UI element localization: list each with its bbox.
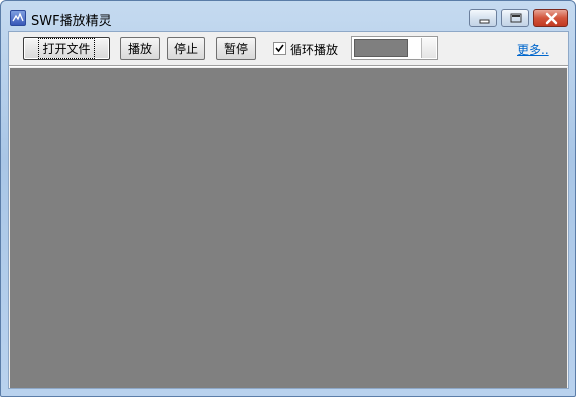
minimize-icon: [479, 19, 490, 24]
swf-player-area[interactable]: [10, 68, 567, 388]
minimize-button[interactable]: [469, 9, 497, 27]
slider-thumb[interactable]: [421, 38, 436, 58]
pause-button[interactable]: 暂停: [216, 37, 256, 60]
pause-label: 暂停: [223, 42, 248, 56]
open-file-button[interactable]: 打开文件: [23, 37, 110, 60]
client-area: 打开文件 播放 停止 暂停 循环播放 更多..: [8, 31, 569, 389]
window-title: SWF播放精灵: [31, 14, 112, 29]
close-button[interactable]: [533, 9, 568, 27]
loop-label[interactable]: 循环播放: [290, 41, 338, 58]
open-file-label: 打开文件: [38, 38, 95, 59]
maximize-button[interactable]: [501, 9, 529, 27]
progress-fill: [354, 39, 408, 57]
maximize-icon: [510, 13, 522, 23]
title-bar[interactable]: SWF播放精灵: [1, 1, 575, 31]
progress-slider[interactable]: [351, 36, 438, 60]
play-label: 播放: [127, 42, 152, 56]
stop-button[interactable]: 停止: [167, 37, 205, 60]
loop-checkbox[interactable]: [273, 42, 286, 55]
checkmark-icon: [275, 44, 284, 53]
more-link[interactable]: 更多..: [517, 41, 549, 58]
app-window: SWF播放精灵 打开文件 播放 停止 暂停 循环播放 更多..: [0, 0, 576, 397]
close-icon: [545, 12, 558, 25]
stop-label: 停止: [173, 42, 198, 56]
play-button[interactable]: 播放: [120, 37, 160, 60]
swf-app-icon: [10, 10, 26, 26]
toolbar-divider: [9, 65, 568, 67]
